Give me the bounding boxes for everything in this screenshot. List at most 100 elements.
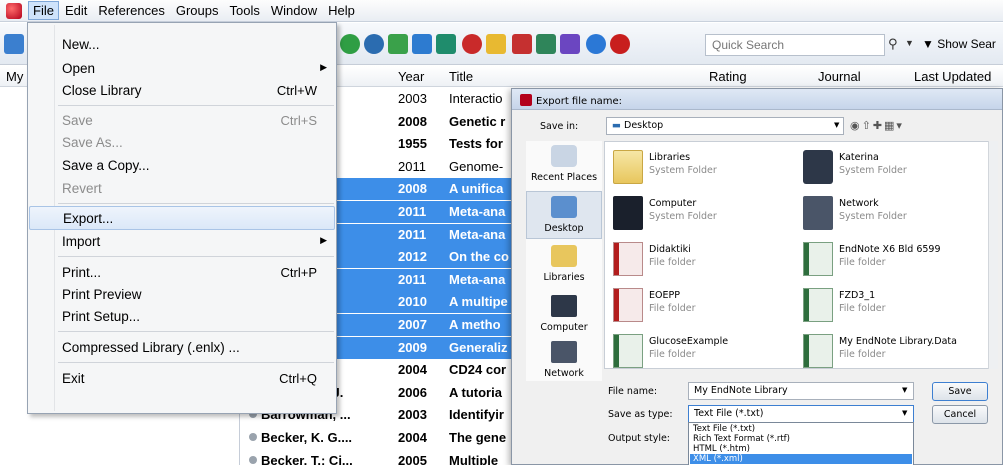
menu-groups[interactable]: Groups [171,1,224,20]
menu-separator [58,105,334,106]
file-item-fzd3[interactable]: FZD3_1 File folder [795,284,985,328]
option-xml[interactable]: XML (*.xml) [690,454,912,464]
place-desktop[interactable]: Desktop [526,191,602,239]
column-last-updated[interactable]: Last Updated [914,69,991,84]
column-journal[interactable]: Journal [818,69,861,84]
menu-item-label: Print... [62,265,102,280]
menu-item-label: New... [62,37,100,52]
endnote-app-icon [520,94,532,106]
sync-icon[interactable] [586,34,606,54]
folder-icon [803,334,833,368]
recent-places-icon [551,145,577,167]
save-as-type-select[interactable]: Text File (*.txt) [688,405,914,423]
quick-search-input[interactable]: Quick Search [705,34,885,56]
column-rating[interactable]: Rating [709,69,747,84]
find-fulltext-icon[interactable] [436,34,456,54]
file-item-eoepp[interactable]: EOEPP File folder [605,284,795,328]
menu-item-print-setup[interactable]: Print Setup... [29,305,335,329]
new-reference-icon[interactable] [340,34,360,54]
format-bibliography-icon[interactable] [536,34,556,54]
file-item-glucose-example[interactable]: GlucoseExample File folder [605,330,795,368]
open-file-icon[interactable] [486,34,506,54]
return-to-word-icon[interactable] [560,34,580,54]
menu-item-label: Revert [62,181,102,196]
reference-year: 2008 [398,181,427,197]
cancel-button[interactable]: Cancel [932,405,988,424]
file-item-didaktiki[interactable]: Didaktiki File folder [605,238,795,282]
network-icon [551,341,577,363]
file-item-libraries[interactable]: Libraries System Folder [605,146,795,190]
reference-year: 2011 [398,158,426,174]
insert-citation-icon[interactable] [512,34,532,54]
desktop-icon [551,196,577,218]
menu-references[interactable]: References [93,1,169,20]
save-in-select[interactable]: ▬ Desktop [606,117,844,135]
file-type: File folder [649,257,696,268]
file-name: Computer [649,198,697,209]
place-recent-places[interactable]: Recent Places [526,141,602,189]
place-network[interactable]: Network [526,337,602,385]
reference-year: 2007 [398,317,427,332]
online-search-icon[interactable] [364,34,384,54]
place-libraries[interactable]: Libraries [526,241,602,289]
place-label: Computer [540,322,588,333]
endnote-app-icon [6,2,22,19]
menu-item-import[interactable]: Import ▶ [29,230,335,254]
reference-year: 2003 [398,91,427,106]
menu-item-exit[interactable]: Exit Ctrl+Q [29,367,335,391]
reference-year: 2009 [398,339,427,355]
file-type: System Folder [839,165,907,176]
read-status-icon [249,455,257,464]
file-browser-scrollbar[interactable] [988,141,998,369]
library-icon[interactable] [4,34,24,54]
chevron-down-icon[interactable]: ▼ [902,409,907,417]
file-item-endnote-library-data[interactable]: My EndNote Library.Data File folder [795,330,985,368]
place-computer[interactable]: Computer [526,291,602,339]
navigation-tools[interactable]: ◉⇧✚▦▾ [850,119,904,132]
import-icon[interactable] [388,34,408,54]
file-item-endnote-x6[interactable]: EndNote X6 Bld 6599 File folder [795,238,985,282]
column-title[interactable]: Title [449,69,473,84]
save-in-value: Desktop [624,120,664,131]
menu-item-print-preview[interactable]: Print Preview [29,283,335,307]
menu-tools[interactable]: Tools [224,1,264,20]
folder-icon [803,288,833,322]
menu-item-compressed-library[interactable]: Compressed Library (.enlx) ... [29,336,335,360]
file-item-katerina[interactable]: Katerina System Folder [795,146,985,190]
menu-item-close-library[interactable]: Close Library Ctrl+W [29,79,335,103]
reference-author: Becker, T.; Ci... [261,452,353,465]
menu-edit[interactable]: Edit [60,1,92,20]
menu-item-save-as[interactable]: Save As... [29,131,335,155]
search-options-chevron-icon[interactable]: ▼ [905,38,914,48]
open-link-icon[interactable] [462,34,482,54]
column-year[interactable]: Year [398,69,424,84]
menu-item-export[interactable]: Export... [29,206,335,230]
menu-file[interactable]: File [28,1,59,20]
chevron-down-icon[interactable]: ▼ [902,386,907,394]
menu-item-open[interactable]: Open ▶ [29,57,335,81]
reference-year: 2012 [398,249,427,265]
option-html[interactable]: HTML (*.htm) [690,444,912,454]
reference-year: 1955 [398,136,427,152]
menu-item-new[interactable]: New... [29,33,335,57]
file-name-input[interactable]: My EndNote Library [688,382,914,400]
save-button[interactable]: Save [932,382,988,401]
option-text-file[interactable]: Text File (*.txt) [690,424,912,434]
menu-item-save-a-copy[interactable]: Save a Copy... [29,154,335,178]
show-search-panel-button[interactable]: ▼ Show Sear [922,37,996,51]
export-icon[interactable] [412,34,432,54]
option-rich-text[interactable]: Rich Text Format (*.rtf) [690,434,912,444]
file-item-computer[interactable]: Computer System Folder [605,192,795,236]
file-item-network[interactable]: Network System Folder [795,192,985,236]
chevron-down-icon[interactable]: ▼ [834,121,839,129]
search-icon[interactable]: ⚲ [888,36,898,52]
menu-item-save[interactable]: Save Ctrl+S [29,109,335,133]
menu-help[interactable]: Help [323,1,360,20]
reference-year: 2010 [398,294,427,310]
submenu-arrow-icon: ▶ [320,235,327,245]
menu-item-print[interactable]: Print... Ctrl+P [29,261,335,285]
menu-item-revert[interactable]: Revert [29,177,335,201]
help-icon[interactable] [610,34,630,54]
show-search-label: Show Sear [937,37,996,51]
menu-window[interactable]: Window [266,1,322,20]
